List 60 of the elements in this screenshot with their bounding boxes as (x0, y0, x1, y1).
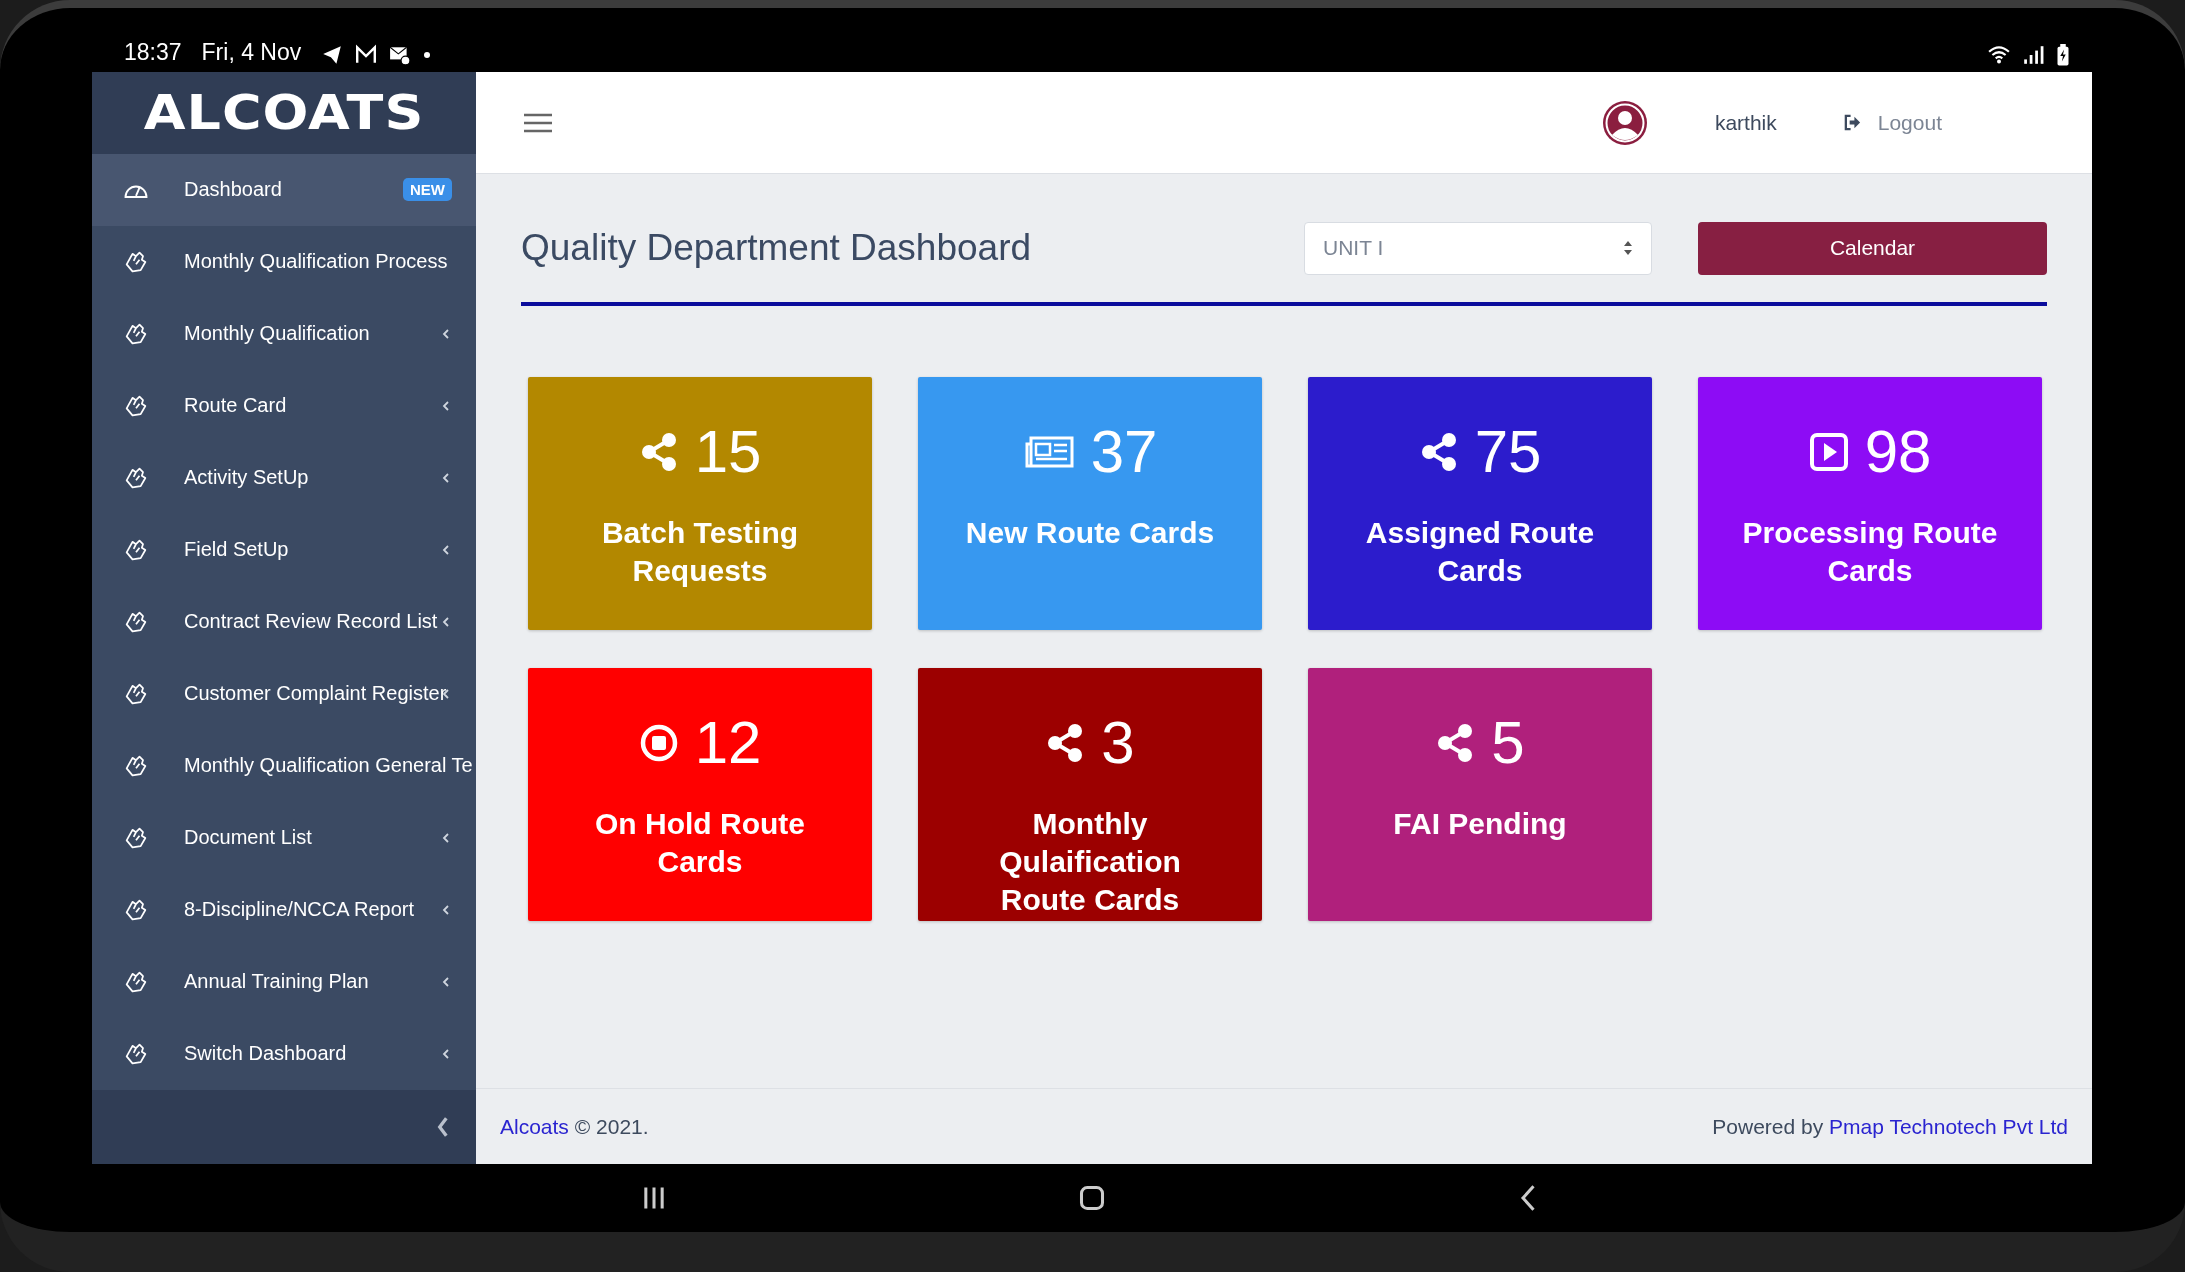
sidebar-item[interactable]: Monthly Qualification General Te (92, 729, 476, 802)
stat-card[interactable]: 5 FAI Pending (1308, 668, 1652, 921)
status-date: Fri, 4 Nov (201, 39, 302, 66)
copyright-text: Alcoats © 2021. (500, 1114, 649, 1139)
card-count: 3 (1101, 708, 1135, 777)
status-time: 18:37 (124, 39, 182, 66)
envelope-gear-icon (389, 44, 412, 66)
unit-select[interactable]: UNIT I (1304, 221, 1652, 275)
wifi-icon (1988, 44, 2010, 66)
sidebar-item[interactable]: Field SetUp (92, 513, 476, 586)
sidebar-item[interactable]: 8-Discipline/NCCA Report (92, 873, 476, 946)
stat-card[interactable]: 3 Monthly Qulaification Route Cards (918, 668, 1262, 921)
stat-card[interactable]: 12 On Hold Route Cards (528, 668, 872, 921)
username[interactable]: karthik (1714, 110, 1777, 135)
alcoats-link[interactable]: Alcoats (500, 1114, 569, 1138)
play-icon (1808, 431, 1849, 472)
mail-icon (355, 44, 378, 66)
card-label: Monthly Qulaification Route Cards (998, 806, 1182, 918)
powered-by-text: Powered by Pmap Technotech Pvt Ltd (1712, 1114, 2068, 1139)
battery-icon (2056, 44, 2070, 66)
card-label: Assigned Route Cards (1364, 515, 1596, 589)
sidebar-item[interactable]: Switch Dashboard (92, 1017, 476, 1090)
sidebar-item[interactable]: Activity SetUp (92, 441, 476, 514)
card-count: 75 (1474, 417, 1542, 486)
sidebar-item[interactable]: Annual Training Plan (92, 945, 476, 1018)
new-badge: NEW (403, 178, 452, 202)
stat-card[interactable]: 98 Processing Route Cards (1698, 377, 2042, 630)
stop-icon (638, 722, 679, 763)
page-title: Quality Department Dashboard (521, 227, 1033, 269)
card-label: New Route Cards (964, 515, 1216, 551)
card-count: 15 (694, 417, 762, 486)
logout-icon (1842, 113, 1862, 132)
sidebar-item[interactable]: Monthly Qualification Process (92, 225, 476, 298)
notification-dot-icon (423, 51, 432, 59)
card-label: Batch Testing Requests (600, 515, 800, 589)
card-count: 98 (1864, 417, 1932, 486)
sidebar-item[interactable]: Contract Review Record List (92, 585, 476, 658)
card-count: 5 (1491, 708, 1525, 777)
menu-icon[interactable] (524, 112, 552, 133)
sidebar-item[interactable]: Route Card (92, 369, 476, 442)
card-count: 37 (1090, 417, 1158, 486)
company-link[interactable]: Pmap Technotech Pvt Ltd (1829, 1114, 2068, 1138)
sidebar-item[interactable]: Customer Complaint Register (92, 657, 476, 730)
stat-card[interactable]: 75 Assigned Route Cards (1308, 377, 1652, 630)
collapse-chevron-icon[interactable] (436, 1115, 450, 1138)
user-avatar-icon[interactable] (1600, 98, 1649, 147)
send-icon (321, 44, 344, 66)
calendar-button[interactable]: Calendar (1698, 221, 2047, 275)
sort-arrows-icon (1623, 240, 1633, 256)
home-icon[interactable] (1078, 1184, 1106, 1212)
logout-link[interactable]: Logout (1842, 110, 1942, 135)
card-count: 12 (694, 708, 762, 777)
card-label: Processing Route Cards (1741, 515, 1999, 589)
signal-icon (2022, 44, 2044, 66)
card-label: On Hold Route Cards (594, 806, 806, 880)
sidebar-item[interactable]: Dashboard NEW (92, 153, 476, 226)
sidebar-item[interactable]: Monthly Qualification (92, 297, 476, 370)
alcoats-logo: ALCOATS (143, 84, 425, 142)
sidebar-item[interactable]: Document List (92, 801, 476, 874)
card-label: FAI Pending (1392, 806, 1568, 842)
